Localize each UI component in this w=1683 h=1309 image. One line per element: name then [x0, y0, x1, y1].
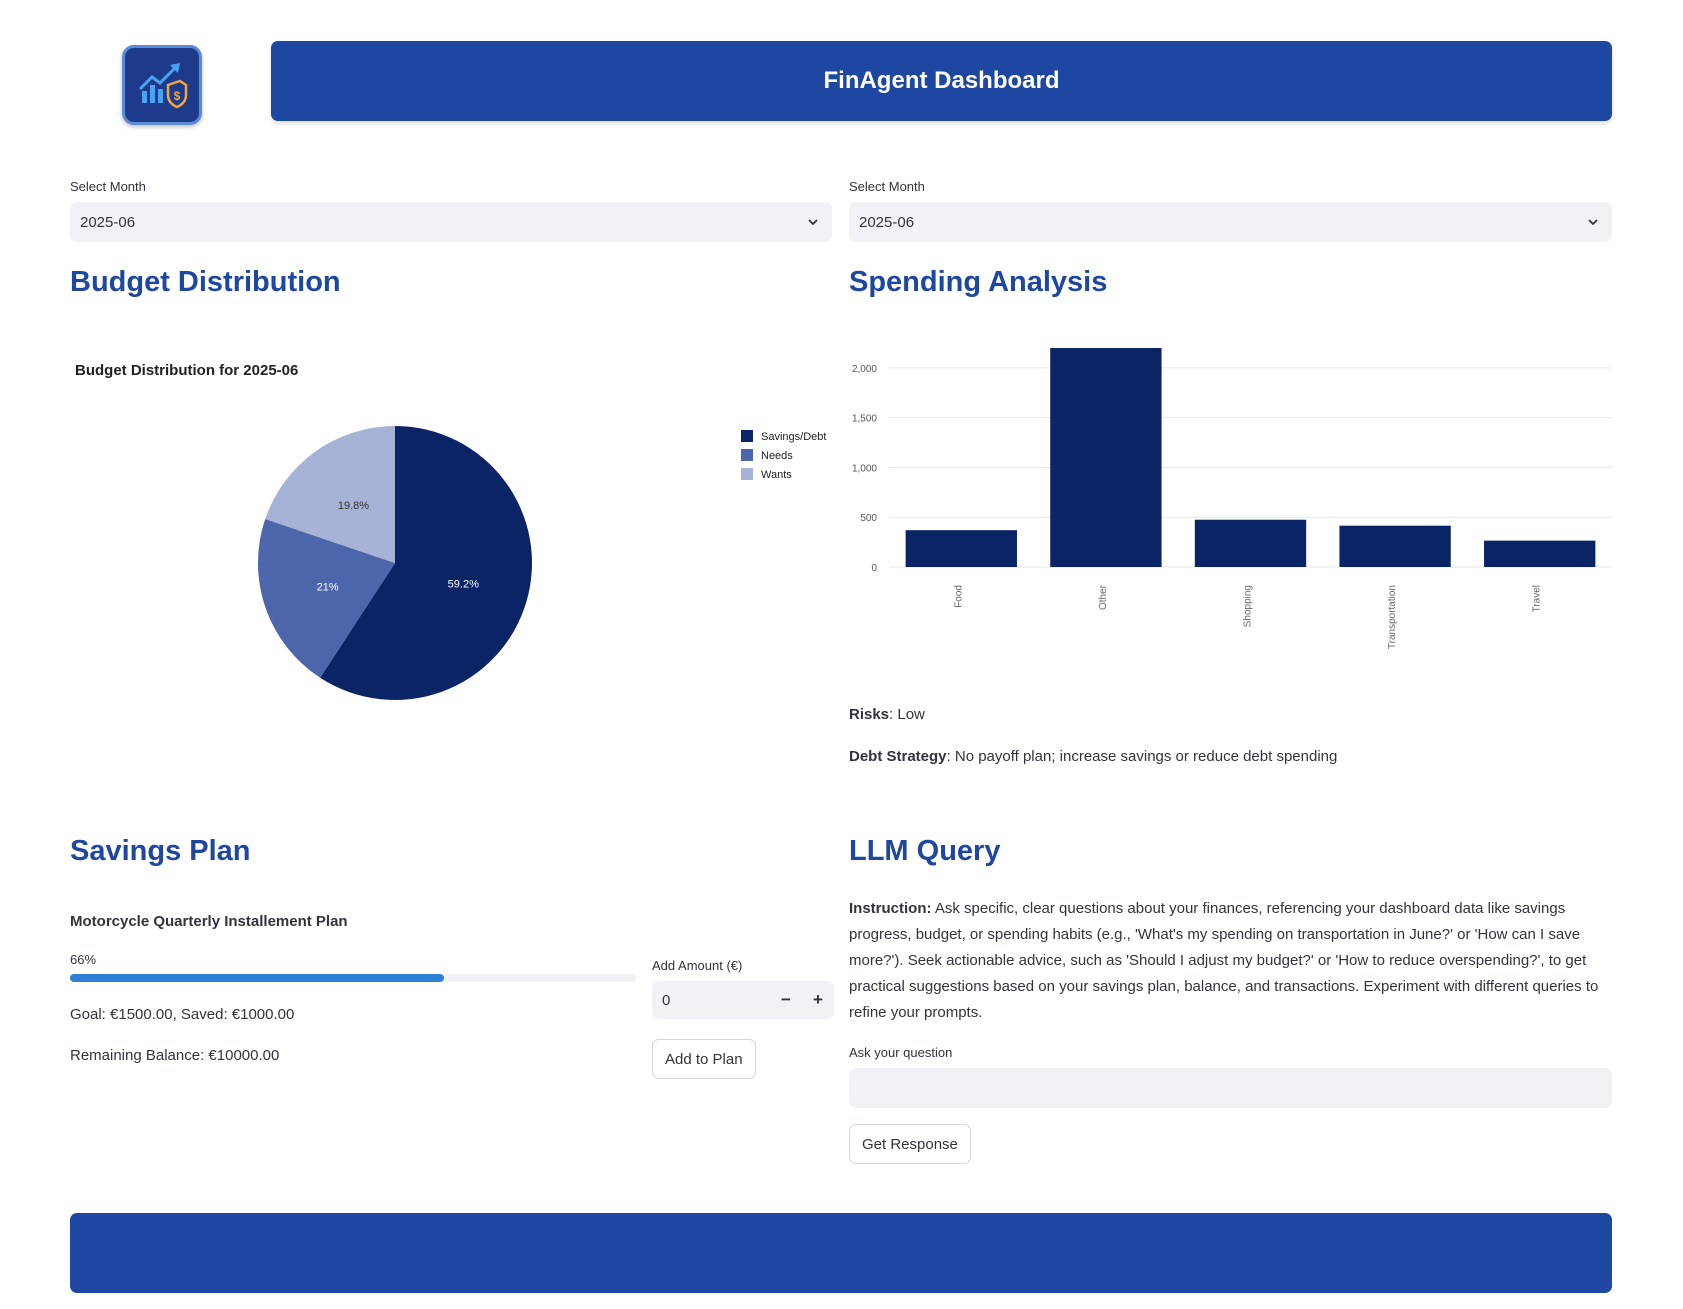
app-logo: $: [122, 45, 202, 125]
risks-line: Risks: Low: [849, 702, 1612, 728]
debt-strategy-value: : No payoff plan; increase savings or re…: [946, 748, 1338, 765]
bar-shopping: [1194, 519, 1307, 567]
left-month-label: Select Month: [70, 179, 146, 194]
remaining-balance-text: Remaining Balance: €10000.00: [70, 1047, 280, 1064]
bar-other: [1050, 348, 1162, 567]
legend-label: Needs: [761, 450, 793, 462]
x-tick-label: Other: [1098, 584, 1109, 610]
chevron-down-icon: [808, 219, 818, 226]
legend-swatch: [741, 468, 753, 480]
bar-travel: [1484, 540, 1596, 567]
x-tick-label: Shopping: [1243, 585, 1254, 627]
add-amount-label: Add Amount (€): [652, 958, 743, 973]
legend-label: Savings/Debt: [761, 431, 826, 443]
question-label: Ask your question: [849, 1045, 953, 1060]
goal-text: Goal: €1500.00, Saved: €1000.00: [70, 1006, 295, 1023]
llm-heading: LLM Query: [849, 835, 1001, 867]
plan-title: Motorcycle Quarterly Installement Plan: [70, 913, 348, 930]
left-month-selector: Select Month 2025-06: [70, 179, 832, 242]
progress-percent: 66%: [70, 952, 97, 967]
add-amount-input[interactable]: 0 − +: [652, 981, 834, 1019]
y-tick-label: 1,500: [852, 414, 877, 425]
instruction-label: Instruction:: [849, 900, 932, 917]
y-tick-label: 0: [871, 563, 877, 574]
pie-slice-label: 21%: [317, 581, 339, 593]
right-month-selector: Select Month 2025-06: [849, 179, 1612, 242]
right-month-label: Select Month: [849, 179, 925, 194]
risks-label: Risks: [849, 706, 890, 723]
progress-bar: [70, 974, 636, 982]
bar-transportation: [1339, 525, 1451, 567]
debt-strategy-line: Debt Strategy: No payoff plan; increase …: [849, 744, 1612, 770]
left-month-select[interactable]: 2025-06: [70, 202, 832, 242]
budget-heading: Budget Distribution: [70, 266, 341, 298]
x-tick-label: Travel: [1532, 585, 1543, 612]
debt-strategy-label: Debt Strategy: [849, 748, 947, 765]
chart-shield-dollar-icon: $: [138, 63, 188, 109]
pie-chart-title: Budget Distribution for 2025-06: [75, 362, 298, 379]
footer-banner: [70, 1213, 1612, 1293]
pie-slice-label: 19.8%: [338, 500, 369, 512]
legend-label: Wants: [761, 469, 792, 481]
page-title: FinAgent Dashboard: [823, 67, 1060, 94]
decrement-button[interactable]: −: [770, 990, 802, 1010]
savings-heading: Savings Plan: [70, 835, 251, 867]
legend-swatch: [741, 430, 753, 442]
left-month-value: 2025-06: [80, 213, 136, 231]
instruction-text: Instruction: Ask specific, clear questio…: [849, 896, 1612, 1026]
header-banner: FinAgent Dashboard: [271, 41, 1612, 121]
chevron-down-icon: [1588, 219, 1598, 226]
savings-plan-card: Motorcycle Quarterly Installement Plan 6…: [70, 913, 636, 1069]
instruction-body: Ask specific, clear questions about your…: [849, 900, 1599, 1021]
risks-value: : Low: [889, 706, 925, 723]
bar-food: [905, 530, 1017, 567]
spending-heading: Spending Analysis: [849, 266, 1108, 298]
x-tick-label: Transportation: [1387, 585, 1398, 649]
progress-fill: [70, 974, 444, 982]
svg-text:$: $: [174, 89, 181, 103]
add-amount-value: 0: [662, 991, 671, 1009]
y-tick-label: 500: [860, 513, 877, 524]
question-input[interactable]: [849, 1068, 1612, 1108]
y-tick-label: 2,000: [852, 364, 877, 375]
add-amount-widget: Add Amount (€) 0 − +: [652, 958, 834, 1019]
legend-swatch: [741, 449, 753, 461]
right-month-select[interactable]: 2025-06: [849, 202, 1612, 242]
pie-slice-label: 59.2%: [448, 578, 479, 590]
get-response-button[interactable]: Get Response: [849, 1124, 971, 1164]
x-tick-label: Food: [953, 585, 964, 608]
add-to-plan-button[interactable]: Add to Plan: [652, 1039, 756, 1079]
right-month-value: 2025-06: [859, 213, 915, 231]
y-tick-label: 1,000: [852, 463, 877, 474]
budget-pie-chart: Budget Distribution for 2025-06 59.2% 21% 1…: [75, 362, 826, 700]
spending-bar-chart: 0 500 1,000 1,500 2,000 Food Other Shopping Tran…: [852, 348, 1612, 649]
increment-button[interactable]: +: [802, 990, 834, 1010]
